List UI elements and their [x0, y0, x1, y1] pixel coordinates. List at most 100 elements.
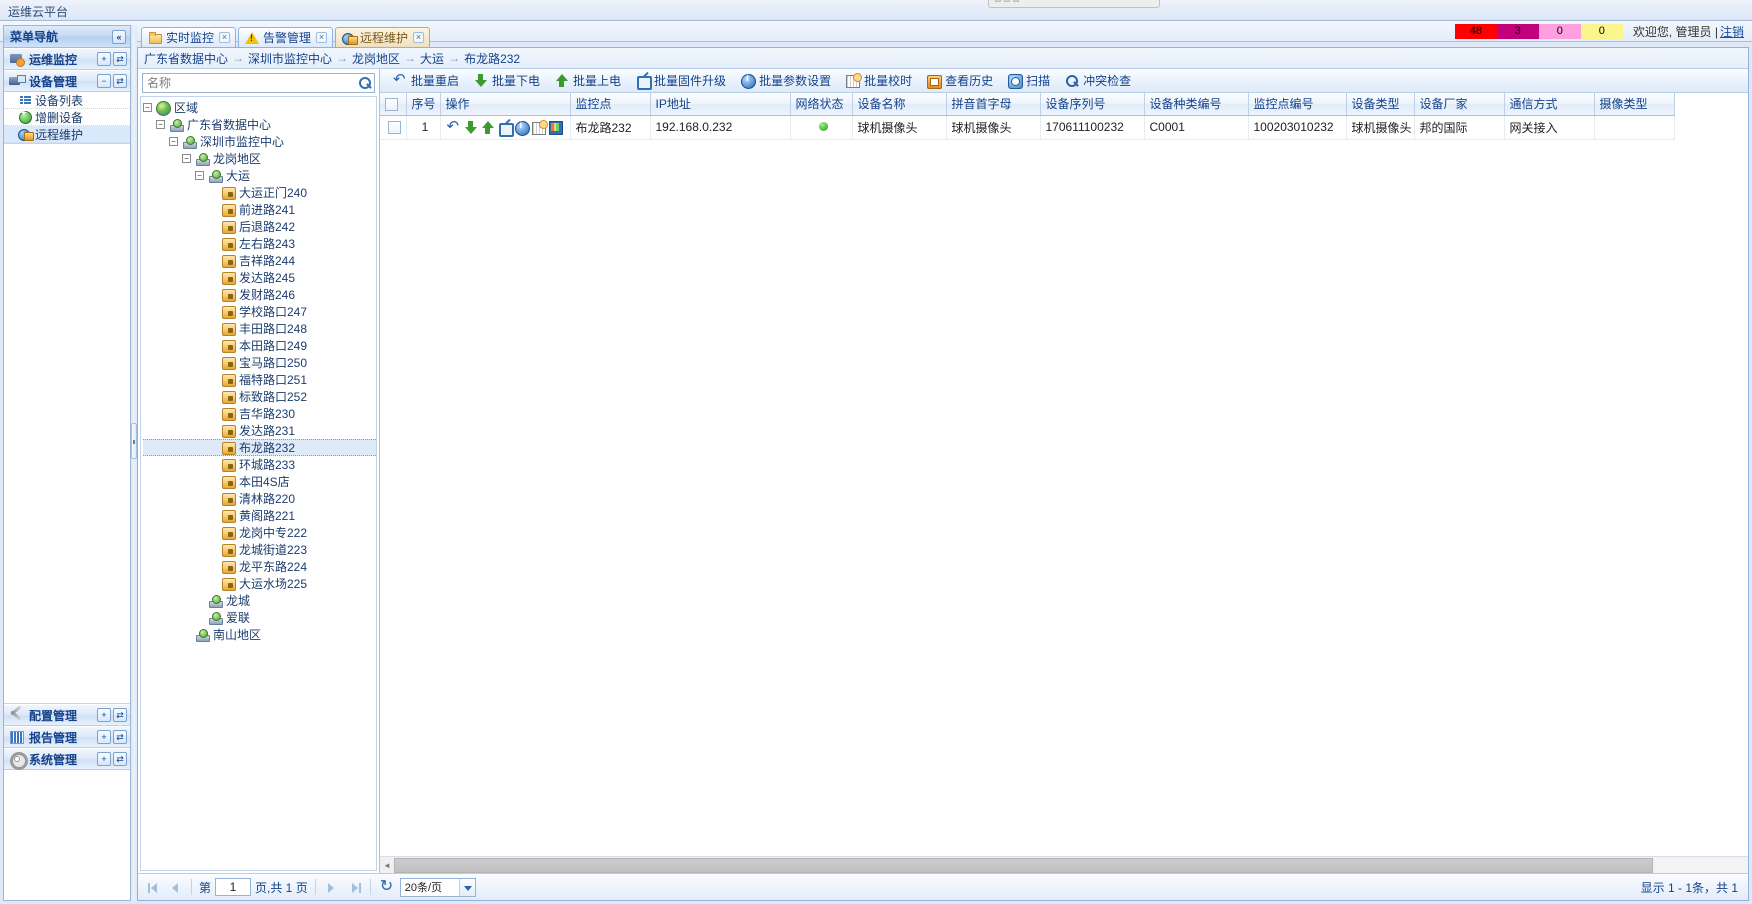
column-header-camera[interactable]: 摄像类型: [1594, 93, 1675, 116]
sidebar-group-0[interactable]: 运维监控 + ⇄: [4, 48, 130, 70]
sidebar-group-4[interactable]: 系统管理 + ⇄: [4, 748, 130, 770]
tree-node-26[interactable]: 龙城街道223: [143, 541, 376, 558]
tree-node-23[interactable]: 清林路220: [143, 490, 376, 507]
tree-node-18[interactable]: 吉华路230: [143, 405, 376, 422]
tree-node-16[interactable]: 福特路口251: [143, 371, 376, 388]
toolbar-button-0[interactable]: 批量重启: [386, 70, 465, 91]
tree-expander-icon[interactable]: [208, 579, 217, 588]
page-size-select[interactable]: 20条/页: [399, 877, 476, 897]
toolbar-button-8[interactable]: 冲突检查: [1058, 71, 1137, 91]
column-header-devname[interactable]: 设备名称: [852, 93, 947, 116]
column-header-vendor[interactable]: 设备厂家: [1414, 93, 1505, 116]
breadcrumb-item-3[interactable]: 大运: [420, 50, 444, 67]
restart-icon[interactable]: [446, 117, 461, 135]
page-number-input[interactable]: [215, 878, 252, 896]
sidebar-group-refresh-button[interactable]: ⇄: [113, 74, 127, 88]
tree-node-9[interactable]: 吉祥路244: [143, 252, 376, 269]
last-page-button[interactable]: [345, 878, 363, 896]
tree-node-4[interactable]: − 大运: [143, 167, 376, 184]
sidebar-group-3[interactable]: 报告管理 + ⇄: [4, 726, 130, 748]
power-up-icon[interactable]: [480, 120, 495, 135]
tree-expander-icon[interactable]: −: [143, 103, 152, 112]
toolbar-button-1[interactable]: 批量下电: [467, 71, 546, 91]
tab-close-icon[interactable]: ×: [219, 32, 231, 43]
tree-node-27[interactable]: 龙平东路224: [143, 558, 376, 575]
tree-node-30[interactable]: 爱联: [143, 609, 376, 626]
time-sync-icon[interactable]: [531, 119, 548, 135]
sidebar-group-refresh-button[interactable]: ⇄: [113, 752, 127, 766]
tree-node-13[interactable]: 丰田路口248: [143, 320, 376, 337]
tree-node-24[interactable]: 黄阁路221: [143, 507, 376, 524]
tree-node-5[interactable]: 大运正门240: [143, 184, 376, 201]
column-header-serial[interactable]: 设备序列号: [1040, 93, 1145, 116]
column-header-net[interactable]: 网络状态: [790, 93, 853, 116]
tree-node-28[interactable]: 大运水场225: [143, 575, 376, 592]
column-header-devtype[interactable]: 设备类型: [1346, 93, 1415, 116]
tree-node-19[interactable]: 发达路231: [143, 422, 376, 439]
tab-0[interactable]: 实时监控 ×: [141, 27, 237, 47]
breadcrumb-item-1[interactable]: 深圳市监控中心: [248, 50, 332, 67]
tree-node-3[interactable]: − 龙岗地区: [143, 150, 376, 167]
toolbar-button-6[interactable]: 查看历史: [920, 71, 999, 91]
column-header-ip[interactable]: IP地址: [650, 93, 791, 116]
breadcrumb-item-2[interactable]: 龙岗地区: [352, 50, 400, 67]
tree-node-6[interactable]: 前进路241: [143, 201, 376, 218]
tree-node-1[interactable]: − 广东省数据中心: [143, 116, 376, 133]
cell-ops[interactable]: [440, 115, 571, 140]
tree-expander-icon[interactable]: [208, 375, 217, 384]
sidebar-group-2[interactable]: 配置管理 + ⇄: [4, 704, 130, 726]
tree-node-8[interactable]: 左右路243: [143, 235, 376, 252]
row-select-checkbox[interactable]: [388, 121, 402, 135]
power-down-icon[interactable]: [463, 120, 478, 135]
tree-node-25[interactable]: 龙岗中专222: [143, 524, 376, 541]
splitter-grip[interactable]: [131, 423, 137, 459]
sidebar-group-1[interactable]: 设备管理 − ⇄: [4, 70, 130, 92]
tree-node-10[interactable]: 发达路245: [143, 269, 376, 286]
column-header-seq[interactable]: 序号: [406, 93, 441, 116]
column-header-ops[interactable]: 操作: [440, 93, 571, 116]
tab-1[interactable]: 告警管理 ×: [238, 27, 334, 47]
tab-close-icon[interactable]: ×: [316, 32, 328, 43]
grid-horizontal-scrollbar[interactable]: ◄: [380, 856, 1748, 873]
tree-expander-icon[interactable]: −: [156, 120, 165, 129]
tree-expander-icon[interactable]: [208, 562, 217, 571]
tree-expander-icon[interactable]: [208, 528, 217, 537]
tree-expander-icon[interactable]: [208, 273, 217, 282]
tree-expander-icon[interactable]: −: [169, 137, 178, 146]
sidebar-group-expand-button[interactable]: +: [97, 708, 111, 722]
tree-node-0[interactable]: − 区域: [143, 99, 376, 116]
tree-node-20[interactable]: 布龙路232: [143, 439, 376, 456]
toolbar-button-4[interactable]: 批量参数设置: [734, 71, 837, 91]
refresh-icon[interactable]: [378, 876, 396, 896]
tree-node-7[interactable]: 后退路242: [143, 218, 376, 235]
toolbar-button-7[interactable]: 扫描: [1001, 71, 1056, 91]
tree-expander-icon[interactable]: [208, 392, 217, 401]
tree-node-31[interactable]: 南山地区: [143, 626, 376, 643]
tab-close-icon[interactable]: ×: [413, 32, 425, 43]
sidebar-group-refresh-button[interactable]: ⇄: [113, 52, 127, 66]
tree-expander-icon[interactable]: [208, 409, 217, 418]
column-header-comm[interactable]: 通信方式: [1504, 93, 1595, 116]
toolbar-button-2[interactable]: 批量上电: [548, 71, 627, 91]
tree-node-22[interactable]: 本田4S店: [143, 473, 376, 490]
breadcrumb-item-4[interactable]: 布龙路232: [464, 50, 520, 67]
column-header-pinyin[interactable]: 拼音首字母: [946, 93, 1041, 116]
tree-expander-icon[interactable]: [208, 222, 217, 231]
toolbar-button-3[interactable]: 批量固件升级: [629, 71, 732, 91]
chevron-down-icon[interactable]: [458, 878, 475, 896]
search-input[interactable]: [143, 75, 356, 91]
first-page-button[interactable]: [144, 878, 162, 896]
tree-expander-icon[interactable]: [208, 324, 217, 333]
sidebar-group-refresh-button[interactable]: ⇄: [113, 708, 127, 722]
tree-node-15[interactable]: 宝马路口250: [143, 354, 376, 371]
sidebar-item-0[interactable]: 设备列表: [4, 92, 130, 109]
firmware-upgrade-icon[interactable]: [497, 120, 514, 137]
tree-expander-icon[interactable]: [208, 443, 217, 452]
tree-node-2[interactable]: − 深圳市监控中心: [143, 133, 376, 150]
color-tile-icon[interactable]: [548, 120, 563, 135]
tree-expander-icon[interactable]: [208, 256, 217, 265]
sidebar-item-1[interactable]: 增删设备: [4, 108, 130, 126]
toolbar-button-5[interactable]: 批量校时: [839, 71, 918, 91]
sidebar-group-expand-button[interactable]: +: [97, 752, 111, 766]
sidebar-collapse-button[interactable]: «: [112, 30, 126, 44]
